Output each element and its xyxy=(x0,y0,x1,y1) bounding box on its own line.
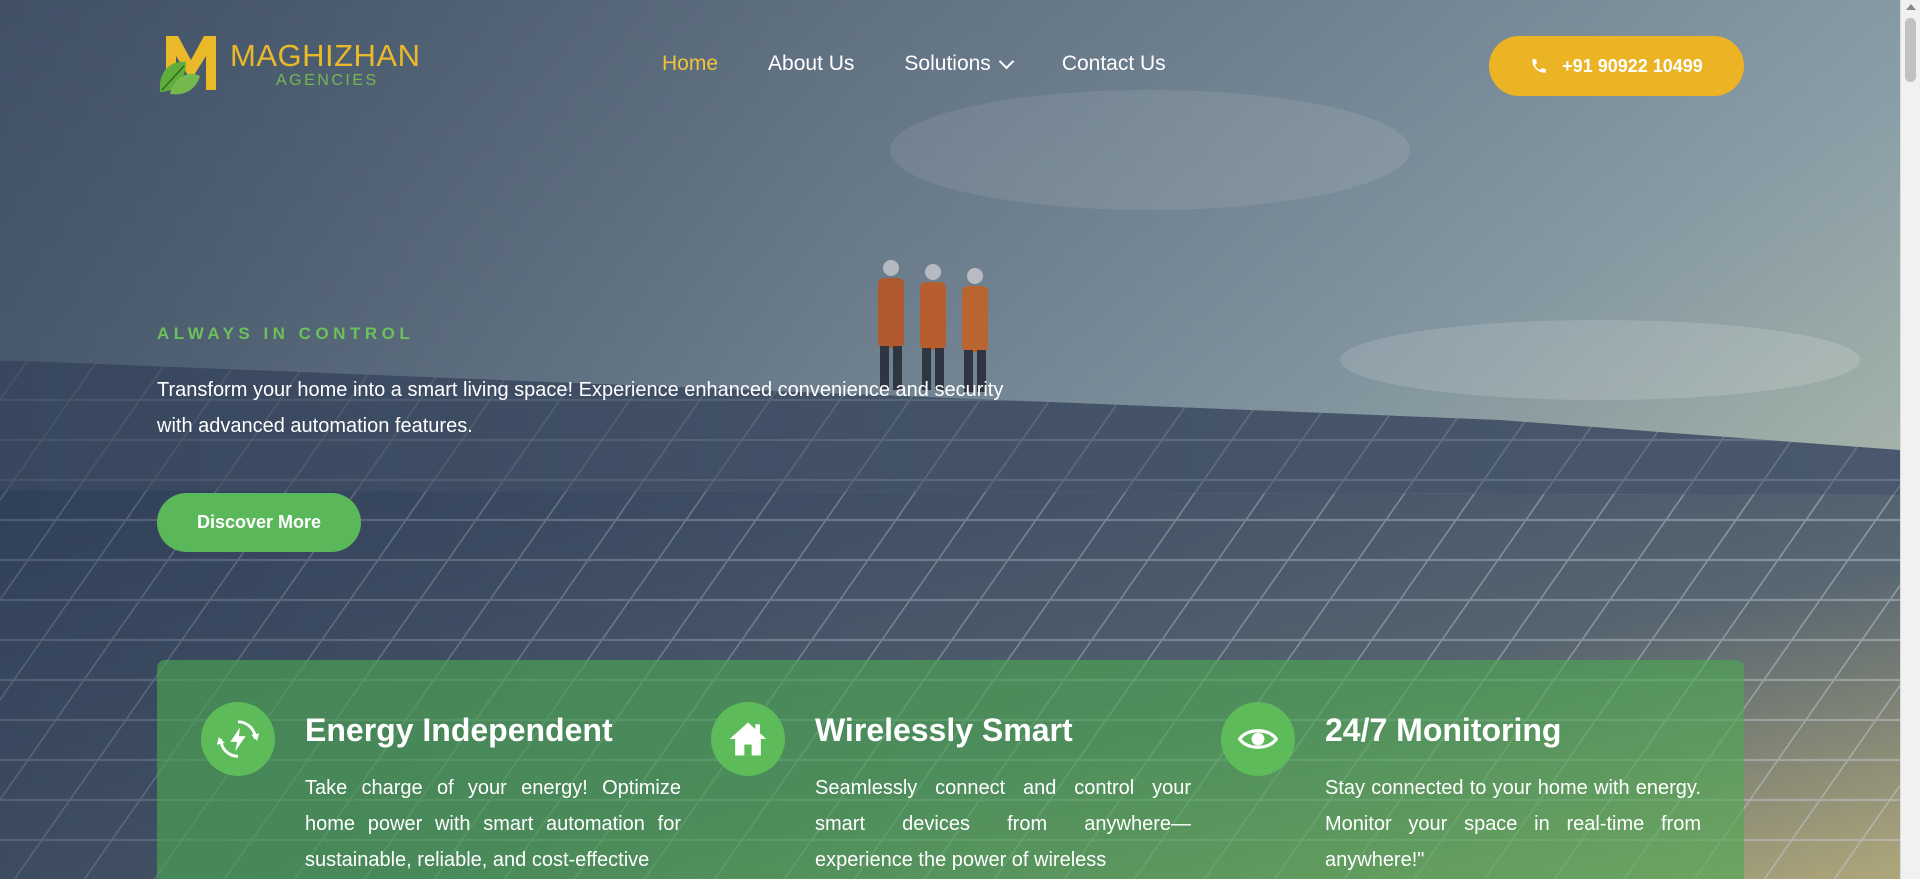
page-scrollbar[interactable] xyxy=(1900,0,1920,879)
scroll-up-arrow-icon[interactable] xyxy=(1906,4,1916,10)
feature-title: 24/7 Monitoring xyxy=(1325,712,1562,748)
nav-about-label: About Us xyxy=(768,52,855,75)
hero-description: Transform your home into a smart living … xyxy=(157,379,1004,437)
feature-description: Seamlessly connect and control your smar… xyxy=(815,777,1191,871)
brand-subtitle: AGENCIES xyxy=(276,72,379,89)
features-panel: Energy Independent Take charge of your e… xyxy=(157,660,1744,879)
phone-button[interactable]: +91 90922 10499 xyxy=(1489,36,1744,96)
feature-title: Wirelessly Smart xyxy=(815,712,1073,748)
energy-recycle-icon xyxy=(201,702,275,776)
phone-icon xyxy=(1532,59,1546,73)
site-header: MAGHIZHAN AGENCIES Home About Us Solutio… xyxy=(0,0,1900,130)
home-icon xyxy=(711,702,785,776)
feature-description: Take charge of your energy! Optimize hom… xyxy=(305,777,681,871)
brand-name: MAGHIZHAN xyxy=(230,38,421,73)
feature-description: Stay connected to your home with energy.… xyxy=(1325,777,1701,871)
scroll-thumb[interactable] xyxy=(1905,18,1916,82)
logo-leaf-icon xyxy=(159,36,216,95)
nav-contact-us[interactable]: Contact Us xyxy=(1062,52,1166,76)
feature-title: Energy Independent xyxy=(305,712,613,748)
nav-home-label: Home xyxy=(662,52,719,75)
brand-logo[interactable]: MAGHIZHAN AGENCIES xyxy=(156,32,420,98)
chevron-down-icon xyxy=(998,53,1015,69)
phone-number: +91 90922 10499 xyxy=(1562,55,1703,76)
nav-solutions-label: Solutions xyxy=(904,52,991,75)
discover-more-button[interactable]: Discover More xyxy=(157,493,361,552)
nav-about-us[interactable]: About Us xyxy=(768,52,854,76)
nav-solutions[interactable]: Solutions xyxy=(904,52,1015,76)
nav-contact-label: Contact Us xyxy=(1061,52,1166,75)
eye-icon xyxy=(1221,702,1295,776)
hero-eyebrow: ALWAYS IN CONTROL xyxy=(157,324,415,343)
nav-home[interactable]: Home xyxy=(662,52,718,76)
main-nav: Home About Us Solutions Contact Us xyxy=(662,52,1216,76)
